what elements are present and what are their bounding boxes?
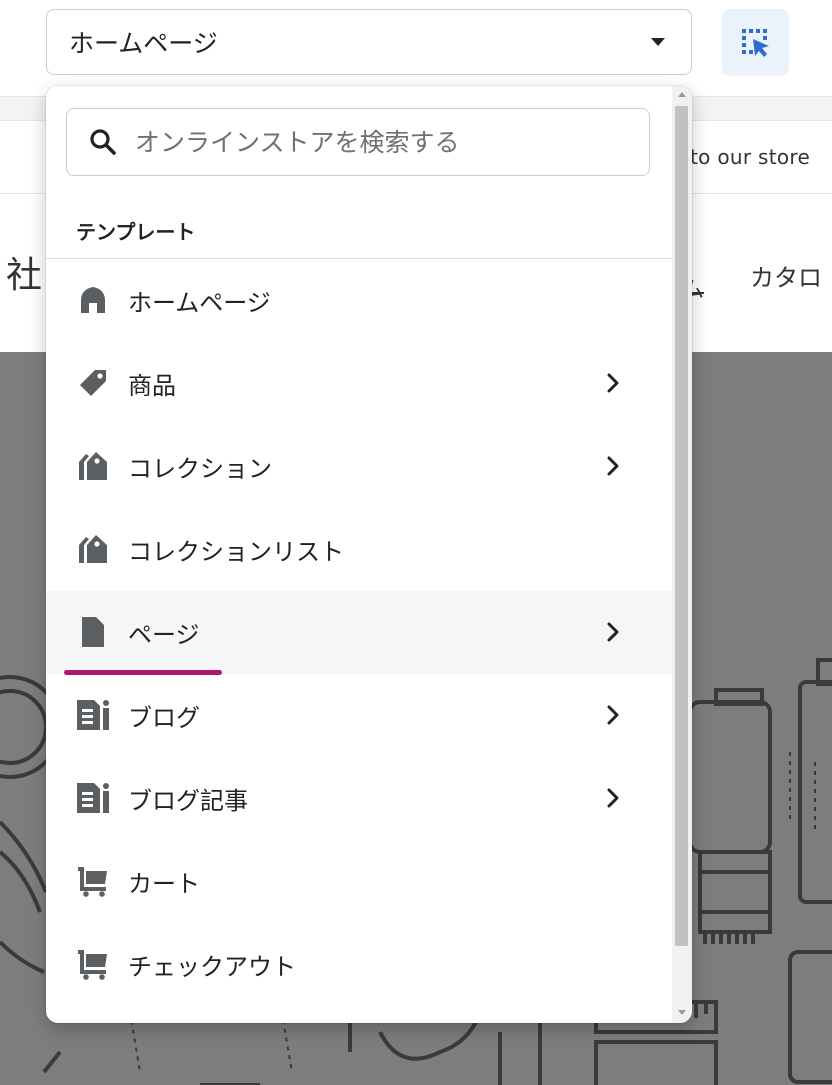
- template-item-label: カート: [128, 870, 200, 898]
- template-item-label: ブログ: [128, 704, 200, 732]
- cart-icon: [76, 864, 110, 898]
- search-icon: [90, 129, 116, 155]
- caret-down-icon: [651, 38, 665, 46]
- scroll-up-arrow-icon[interactable]: [678, 92, 686, 97]
- cart-icon: [76, 947, 110, 981]
- template-item-product[interactable]: 商品: [46, 342, 672, 425]
- chevron-right-icon: [607, 456, 619, 476]
- blog-icon: [76, 698, 110, 732]
- chevron-right-icon: [607, 705, 619, 725]
- template-item-page[interactable]: ページ: [46, 591, 672, 675]
- template-item-label: コレクション: [128, 455, 272, 483]
- tag-icon: [76, 366, 110, 400]
- template-item-blog-post[interactable]: ブログ記事: [46, 757, 672, 840]
- template-item-blog[interactable]: ブログ: [46, 674, 672, 757]
- store-name: 社: [6, 255, 43, 296]
- collection-tags-icon: [76, 532, 110, 566]
- search-input[interactable]: [135, 127, 635, 157]
- template-item-label: コレクションリスト: [128, 538, 344, 566]
- template-item-collection-list[interactable]: コレクションリスト: [46, 508, 672, 591]
- template-item-label: 商品: [128, 372, 176, 400]
- collection-tags-icon: [76, 449, 110, 483]
- scroll-down-arrow-icon[interactable]: [678, 1010, 686, 1015]
- top-bar: ホームページ: [0, 0, 832, 96]
- template-item-checkout[interactable]: チェックアウト: [46, 923, 672, 1006]
- chevron-right-icon: [607, 622, 619, 642]
- template-select[interactable]: ホームページ: [46, 9, 692, 75]
- chevron-right-icon: [607, 373, 619, 393]
- template-select-value: ホームページ: [69, 29, 218, 58]
- template-item-label: ページ: [128, 621, 200, 649]
- search-box[interactable]: [66, 108, 650, 176]
- inspector-button[interactable]: [722, 9, 789, 76]
- template-dropdown: テンプレート ホームページ 商品 コレクション: [46, 86, 692, 1023]
- template-item-collection[interactable]: コレクション: [46, 425, 672, 508]
- home-icon: [76, 283, 110, 317]
- template-item-cart[interactable]: カート: [46, 840, 672, 923]
- blog-icon: [76, 781, 110, 815]
- nav-link-catalog: カタロ: [750, 264, 822, 292]
- section-label-templates: テンプレート: [76, 220, 196, 244]
- page-icon: [76, 615, 110, 649]
- dropdown-scrollbar-thumb[interactable]: [675, 106, 688, 946]
- template-item-label: チェックアウト: [128, 953, 296, 981]
- select-cursor-icon: [741, 28, 769, 57]
- template-item-label: ブログ記事: [128, 787, 248, 815]
- template-item-label: ホームページ: [128, 289, 271, 317]
- template-list: ホームページ 商品 コレクション コレクションリスト ページ ブログ ブログ記事…: [46, 259, 672, 1006]
- announcement-text: to our store: [690, 145, 811, 169]
- chevron-right-icon: [607, 788, 619, 808]
- template-item-home[interactable]: ホームページ: [46, 259, 672, 342]
